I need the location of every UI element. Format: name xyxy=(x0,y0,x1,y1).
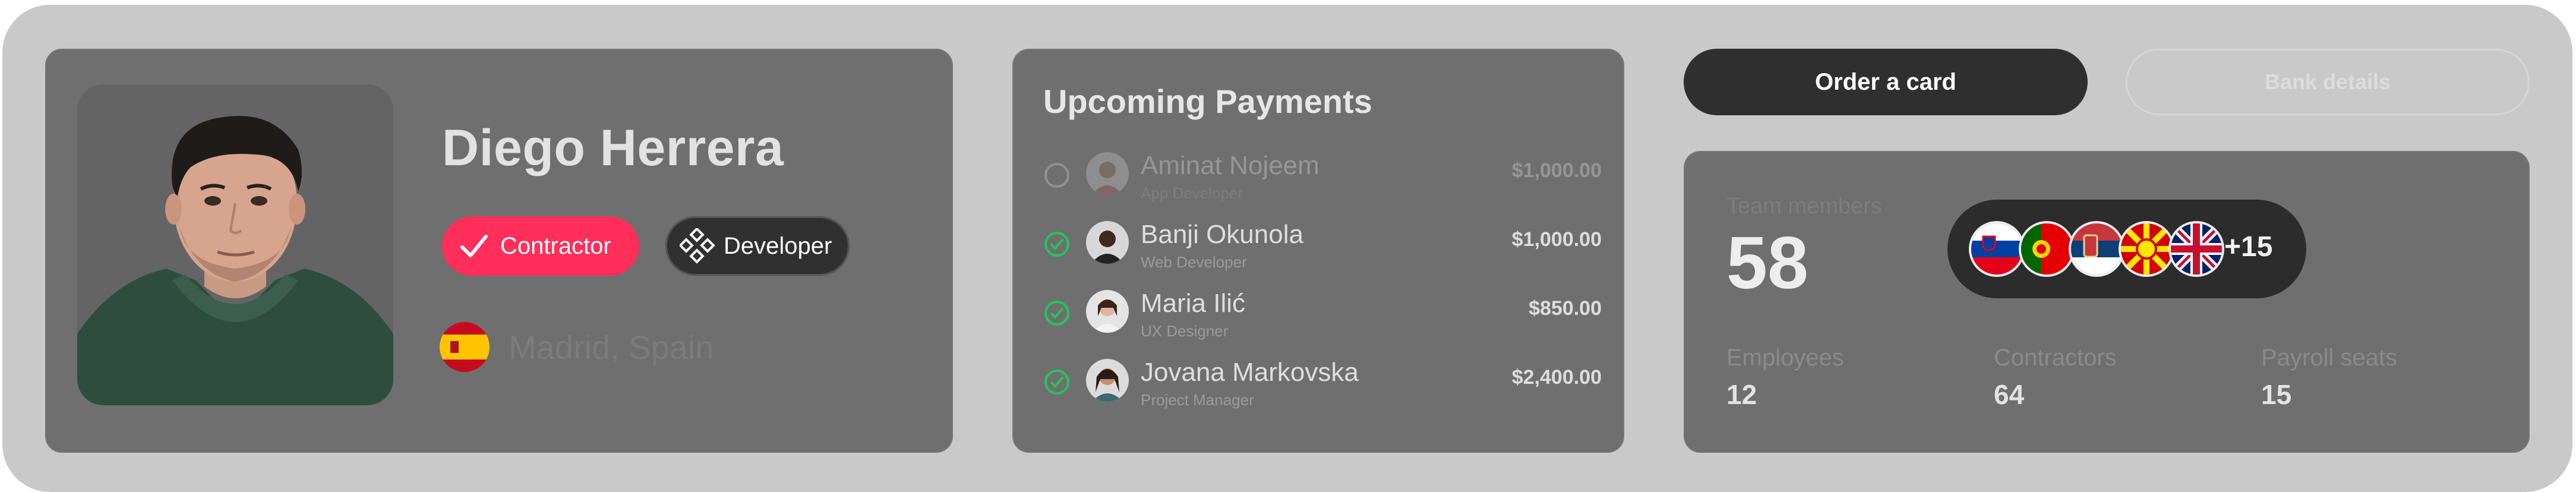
check-icon xyxy=(453,225,495,267)
contractor-badge[interactable]: Contractor xyxy=(442,216,639,276)
team-members-card: Team members 58 +15 Employees 12 Contrac… xyxy=(1684,151,2530,453)
payee-role: UX Designer xyxy=(1141,322,1229,340)
avatar xyxy=(1086,221,1129,264)
payee-role: Project Manager xyxy=(1141,391,1254,409)
avatar xyxy=(1086,152,1129,195)
stat-label: Employees xyxy=(1726,345,1844,371)
payee-name: Banji Okunola xyxy=(1141,220,1303,249)
profile-photo xyxy=(77,84,393,405)
payee-name: Aminat Nojeem xyxy=(1141,151,1319,180)
payments-title: Upcoming Payments xyxy=(1043,83,1372,120)
upcoming-payments-card: Upcoming Payments Aminat Nojeem App Deve… xyxy=(1012,49,1624,453)
team-members-count: 58 xyxy=(1726,222,1808,304)
location-text: Madrid, Spain xyxy=(509,328,714,366)
payment-amount: $850.00 xyxy=(1529,297,1602,320)
payment-amount: $1,000.00 xyxy=(1511,228,1602,251)
profile-name: Diego Herrera xyxy=(442,119,784,176)
payee-role: App Developer xyxy=(1141,184,1243,202)
order-card-button[interactable]: Order a card xyxy=(1684,49,2088,115)
payment-amount: $2,400.00 xyxy=(1511,366,1602,389)
team-members-label: Team members xyxy=(1726,194,1882,219)
payment-row[interactable]: Aminat Nojeem App Developer $1,000.00 xyxy=(1043,149,1602,214)
spain-flag-icon xyxy=(440,322,490,372)
contractor-badge-label: Contractor xyxy=(500,232,611,259)
stat-payroll-seats: Payroll seats 15 xyxy=(2261,345,2397,411)
stat-contractors: Contractors 64 xyxy=(1994,345,2117,411)
north-macedonia-flag-icon xyxy=(2121,223,2172,275)
location: Madrid, Spain xyxy=(440,322,714,372)
stat-value: 12 xyxy=(1726,379,1757,410)
team-flags[interactable]: +15 xyxy=(1947,200,2306,298)
payment-row[interactable]: Jovana Markovska Project Manager $2,400.… xyxy=(1043,355,1602,421)
stat-employees: Employees 12 xyxy=(1726,345,1844,411)
developer-badge[interactable]: Developer xyxy=(665,216,850,276)
payee-name: Maria Ilić xyxy=(1141,289,1246,318)
payment-amount: $1,000.00 xyxy=(1511,159,1602,182)
payee-name: Jovana Markovska xyxy=(1141,358,1359,387)
stat-value: 15 xyxy=(2261,379,2292,410)
check-circle-icon[interactable] xyxy=(1043,368,1071,396)
slovenia-flag-icon xyxy=(1971,223,2022,275)
diamonds-icon xyxy=(676,225,719,267)
payee-role: Web Developer xyxy=(1141,253,1247,271)
united-kingdom-flag-icon xyxy=(2171,223,2222,275)
stat-label: Contractors xyxy=(1994,345,2117,371)
unchecked-circle-icon[interactable] xyxy=(1043,162,1071,189)
serbia-flag-icon xyxy=(2071,223,2122,275)
stat-label: Payroll seats xyxy=(2261,345,2397,371)
more-members-count: +15 xyxy=(2224,231,2273,263)
check-circle-icon[interactable] xyxy=(1043,299,1071,327)
payment-row[interactable]: Banji Okunola Web Developer $1,000.00 xyxy=(1043,217,1602,283)
profile-card: Diego Herrera Contractor Developer Madri… xyxy=(45,49,953,453)
avatar xyxy=(1086,359,1129,402)
bank-details-button[interactable]: Bank details xyxy=(2126,49,2530,115)
avatar xyxy=(1086,290,1129,333)
check-circle-icon[interactable] xyxy=(1043,231,1071,258)
payment-row[interactable]: Maria Ilić UX Designer $850.00 xyxy=(1043,286,1602,352)
stat-value: 64 xyxy=(1994,379,2025,410)
developer-badge-label: Developer xyxy=(724,232,832,259)
portugal-flag-icon xyxy=(2021,223,2072,275)
